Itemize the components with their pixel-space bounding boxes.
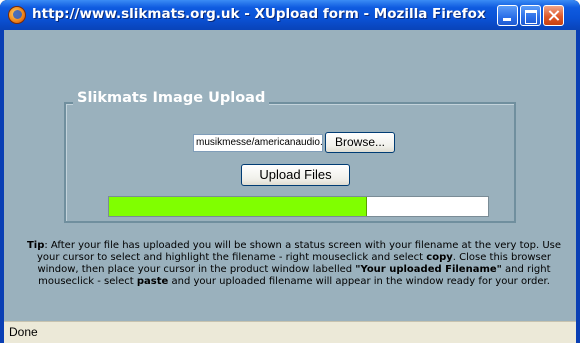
tip-paste-word: paste: [136, 276, 169, 287]
page-content: Slikmats Image Upload musikmesse/america…: [4, 30, 576, 321]
upload-files-button[interactable]: Upload Files: [241, 164, 350, 186]
file-path-input[interactable]: musikmesse/americanaudio.jpg: [193, 134, 323, 152]
close-button[interactable]: [543, 5, 564, 26]
fieldset-legend: Slikmats Image Upload: [73, 90, 270, 106]
upload-progress-fill: [109, 197, 367, 216]
tip-copy-word: copy: [426, 252, 453, 263]
tip-part-4: and your uploaded filename will appear i…: [168, 276, 550, 287]
window-frame-right: [576, 30, 580, 343]
title-bar[interactable]: http://www.slikmats.org.uk - XUpload for…: [0, 0, 580, 30]
tip-text: Tip: After your file has uploaded you wi…: [18, 240, 570, 288]
status-bar: Done: [4, 321, 576, 343]
upload-progress-bar: [108, 196, 489, 217]
tip-field-name: "Your uploaded Filename": [355, 264, 502, 275]
maximize-button[interactable]: [520, 5, 541, 26]
window-title: http://www.slikmats.org.uk - XUpload for…: [32, 6, 486, 22]
tip-label: Tip: [26, 240, 45, 251]
firefox-icon: [8, 6, 26, 24]
browse-button[interactable]: Browse...: [325, 132, 395, 153]
browser-window: http://www.slikmats.org.uk - XUpload for…: [0, 0, 580, 343]
status-text: Done: [9, 325, 38, 339]
minimize-button[interactable]: [497, 5, 518, 26]
